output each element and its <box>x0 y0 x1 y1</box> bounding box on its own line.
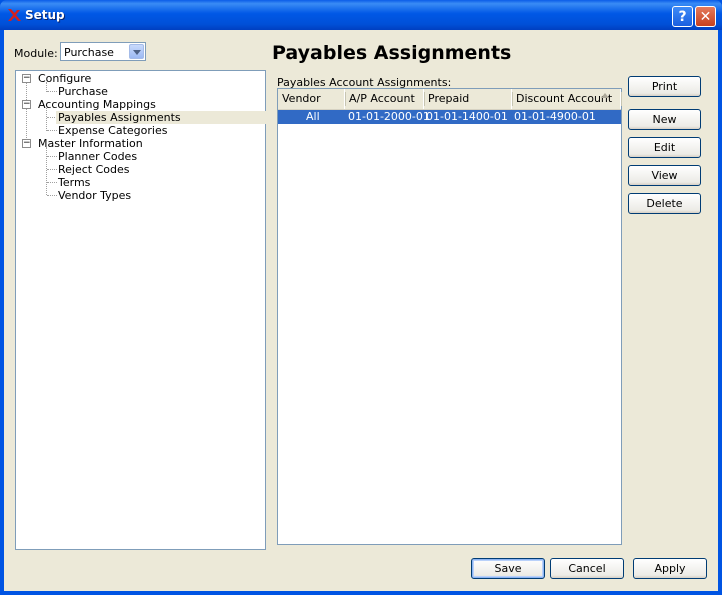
new-button[interactable]: New <box>628 109 701 130</box>
tree-connector <box>47 195 57 196</box>
tree-item-expense-categories[interactable]: Expense Categories <box>58 124 167 137</box>
cell-prepaid-account: 01-01-1400-01 <box>426 110 508 123</box>
tree-connector <box>47 169 57 170</box>
x-logo-icon <box>8 9 21 21</box>
column-header-prepaid-account[interactable]: Prepaid Account <box>424 89 513 125</box>
module-label: Module: <box>14 47 58 60</box>
cell-ap-account: 01-01-2000-01 <box>348 110 430 123</box>
tree-item-reject-codes[interactable]: Reject Codes <box>58 163 130 176</box>
tree-connector <box>26 82 27 144</box>
window-title: Setup <box>25 8 65 22</box>
module-value: Purchase <box>64 46 114 59</box>
tree-item-master-information[interactable]: Master Information <box>38 137 143 150</box>
view-button[interactable]: View <box>628 165 701 186</box>
tree-connector <box>47 182 57 183</box>
collapse-icon[interactable]: − <box>22 100 31 109</box>
tree-connector <box>46 147 47 195</box>
tree-connector <box>46 108 47 131</box>
collapse-icon[interactable]: − <box>22 139 31 148</box>
sort-ascending-icon <box>601 93 609 98</box>
save-button[interactable]: Save <box>471 558 545 579</box>
cancel-button[interactable]: Cancel <box>550 558 624 579</box>
table-row[interactable]: All 01-01-2000-01 01-01-1400-01 01-01-49… <box>278 110 621 124</box>
payables-assignments-table[interactable]: Vendor Type A/P Account Prepaid Account … <box>277 88 622 545</box>
tree-item-vendor-types[interactable]: Vendor Types <box>58 189 131 202</box>
column-header-ap-account[interactable]: A/P Account <box>345 89 425 109</box>
tree-item-configure[interactable]: Configure <box>38 72 91 85</box>
cell-vendor-type: All <box>306 110 320 123</box>
tree-item-purchase[interactable]: Purchase <box>58 85 108 98</box>
tree-item-planner-codes[interactable]: Planner Codes <box>58 150 137 163</box>
close-button[interactable]: ✕ <box>695 6 716 27</box>
setup-window: Setup ? ✕ Module: Purchase − Configure P… <box>0 0 722 595</box>
chevron-down-icon[interactable] <box>129 44 144 59</box>
tree-item-accounting-mappings[interactable]: Accounting Mappings <box>38 98 156 111</box>
print-button[interactable]: Print <box>628 76 701 97</box>
close-icon: ✕ <box>699 9 712 25</box>
column-header-discount-account[interactable]: Discount Account <box>512 89 622 109</box>
delete-button[interactable]: Delete <box>628 193 701 214</box>
tree-item-terms[interactable]: Terms <box>58 176 90 189</box>
help-button[interactable]: ? <box>672 6 693 27</box>
title-bar[interactable]: Setup ? ✕ <box>0 0 722 30</box>
module-select[interactable]: Purchase <box>60 42 146 61</box>
page-title: Payables Assignments <box>272 42 512 64</box>
tree-connector <box>47 91 57 92</box>
tree-item-payables-assignments[interactable]: Payables Assignments <box>56 111 267 124</box>
cell-discount-account: 01-01-4900-01 <box>514 110 596 123</box>
setup-tree[interactable]: − Configure Purchase − Accounting Mappin… <box>15 70 267 550</box>
dialog-body: Module: Purchase − Configure Purchase − … <box>4 30 718 591</box>
edit-button[interactable]: Edit <box>628 137 701 158</box>
tree-item-label: Payables Assignments <box>58 111 181 124</box>
column-header-vendor-type[interactable]: Vendor Type <box>278 89 346 125</box>
help-icon: ? <box>678 9 687 25</box>
apply-button[interactable]: Apply <box>633 558 707 579</box>
table-header: Vendor Type A/P Account Prepaid Account … <box>278 89 622 125</box>
tree-connector <box>47 130 57 131</box>
tree-connector <box>47 156 57 157</box>
collapse-icon[interactable]: − <box>22 74 31 83</box>
